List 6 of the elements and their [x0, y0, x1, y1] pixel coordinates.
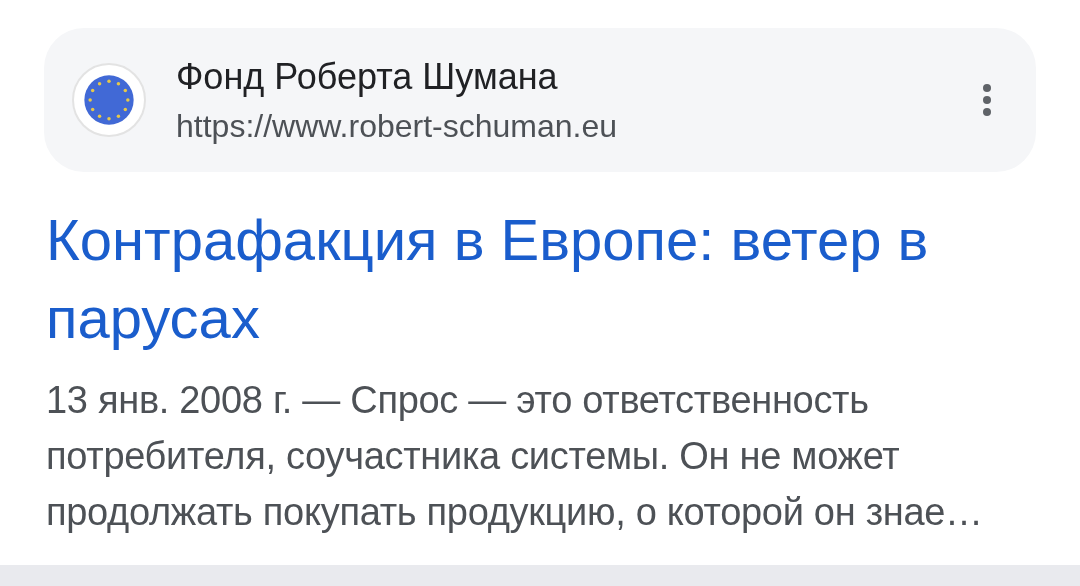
site-url: https://www.robert-schuman.eu: [176, 107, 619, 145]
result-title-link[interactable]: Контрафакция в Европе: ветер в парусах: [46, 201, 986, 357]
result-snippet: 13 янв. 2008 г. — Спрос — это ответственность потребителя, соучастника системы. Он не может продолжать покупать продукцию, о которой он знае…: [46, 378, 984, 535]
more-options-icon[interactable]: [982, 83, 992, 117]
source-card[interactable]: Фонд Роберта Шумана https://www.robert-schuman.eu: [44, 28, 1036, 172]
site-name: Фонд Роберта Шумана: [176, 55, 559, 98]
